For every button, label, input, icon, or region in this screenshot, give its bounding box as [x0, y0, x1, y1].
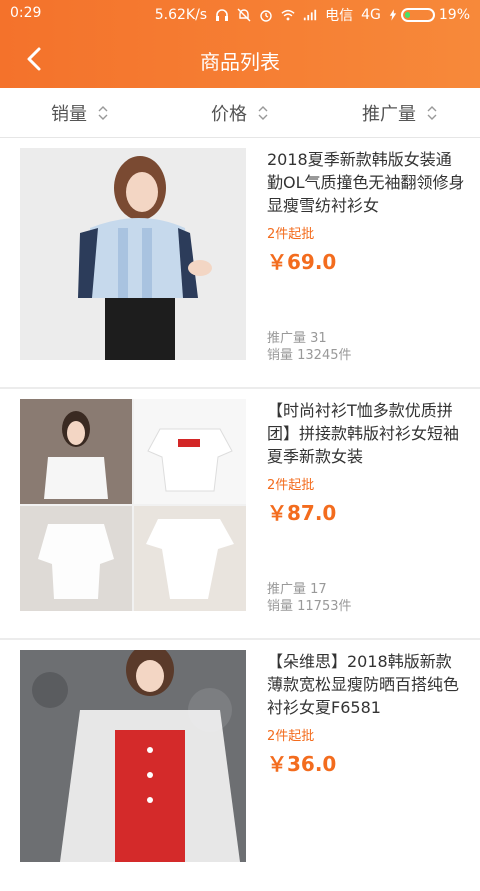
product-image[interactable] [20, 399, 246, 611]
headphone-icon [216, 9, 229, 21]
product-title[interactable]: 【朵维思】2018韩版新款薄款宽松显瘦防晒百搭纯色衬衫女夏F6581 [267, 650, 467, 719]
sales-count: 销量 11753件 [267, 599, 352, 614]
sort-arrows-icon [98, 105, 108, 120]
sort-label: 价格 [211, 103, 247, 125]
app-header: 0:29 5.62K/s 电信 4G 19% 商品列表 [0, 0, 480, 88]
promotion-count: 推广量 17 [267, 582, 327, 597]
sales-count: 销量 13245件 [267, 348, 352, 363]
min-order-label: 2件起批 [267, 227, 315, 242]
product-photo [20, 399, 246, 611]
battery-percent: 19% [438, 7, 470, 23]
charging-icon [389, 9, 397, 21]
product-photo [20, 650, 246, 862]
page-title: 商品列表 [200, 50, 280, 74]
navbar: 商品列表 [0, 34, 480, 86]
product-photo [20, 148, 246, 360]
battery-icon [400, 8, 435, 22]
product-info: 2018夏季新款韩版女装通勤OL气质撞色无袖翻领修身显瘦雪纺衬衫女 2件起批 ￥… [267, 148, 467, 363]
min-order-label: 2件起批 [267, 729, 315, 744]
product-title[interactable]: 【时尚衬衫T恤多款优质拼团】拼接款韩版衬衫女短袖夏季新款女装 [267, 399, 467, 468]
sort-label: 销量 [51, 103, 87, 125]
sort-label: 推广量 [362, 103, 416, 125]
sort-arrows-icon [258, 105, 268, 120]
carrier-label: 电信 [325, 8, 354, 24]
mute-icon [237, 8, 251, 22]
product-title[interactable]: 2018夏季新款韩版女装通勤OL气质撞色无袖翻领修身显瘦雪纺衬衫女 [267, 148, 467, 217]
wifi-icon [281, 9, 295, 21]
product-card[interactable]: 2018夏季新款韩版女装通勤OL气质撞色无袖翻领修身显瘦雪纺衬衫女 2件起批 ￥… [0, 138, 480, 389]
status-right: 5.62K/s 电信 4G 19% [155, 5, 470, 25]
status-bar: 0:29 5.62K/s 电信 4G 19% [0, 0, 480, 28]
sort-by-sales[interactable]: 销量 [0, 88, 160, 137]
product-price: ￥87.0 [267, 501, 337, 525]
product-card[interactable]: 【朵维思】2018韩版新款薄款宽松显瘦防晒百搭纯色衬衫女夏F6581 2件起批 … [0, 640, 480, 891]
net-speed: 5.62K/s [154, 7, 208, 23]
product-image[interactable] [20, 650, 246, 862]
sort-by-promotion[interactable]: 推广量 [320, 88, 480, 137]
sort-bar: 销量 价格 推广量 [0, 88, 480, 138]
min-order-label: 2件起批 [267, 478, 315, 493]
product-list: 2018夏季新款韩版女装通勤OL气质撞色无袖翻领修身显瘦雪纺衬衫女 2件起批 ￥… [0, 138, 480, 891]
product-price: ￥36.0 [267, 752, 337, 776]
sort-by-price[interactable]: 价格 [160, 88, 320, 137]
product-info: 【朵维思】2018韩版新款薄款宽松显瘦防晒百搭纯色衬衫女夏F6581 2件起批 … [267, 650, 467, 862]
product-stats: 推广量 17 销量 11753件 [267, 581, 352, 615]
product-price: ￥69.0 [267, 250, 337, 274]
product-image[interactable] [20, 148, 246, 360]
status-time: 0:29 [10, 5, 42, 21]
product-card[interactable]: 【时尚衬衫T恤多款优质拼团】拼接款韩版衬衫女短袖夏季新款女装 2件起批 ￥87.… [0, 389, 480, 640]
promotion-count: 推广量 31 [267, 331, 327, 346]
signal-icon [303, 9, 317, 21]
product-info: 【时尚衬衫T恤多款优质拼团】拼接款韩版衬衫女短袖夏季新款女装 2件起批 ￥87.… [267, 399, 467, 614]
network-type: 4G [361, 7, 381, 23]
alarm-icon [260, 10, 272, 22]
product-stats: 推广量 31 销量 13245件 [267, 330, 352, 364]
sort-arrows-icon [427, 105, 437, 120]
battery-indicator: 19% [389, 7, 470, 23]
